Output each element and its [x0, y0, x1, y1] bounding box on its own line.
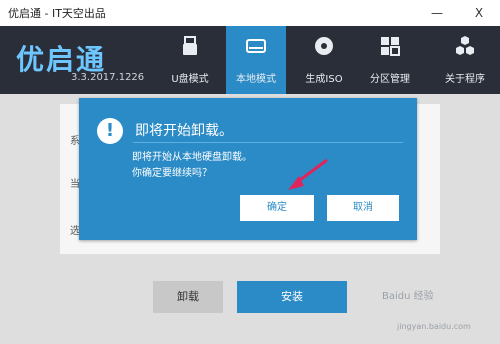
dialog-message: 你确定要继续吗？: [132, 168, 212, 179]
close-button[interactable]: X: [468, 2, 490, 24]
exclamation-icon: !: [97, 118, 123, 144]
window-title: 优启通 - IT天空出品: [8, 7, 106, 20]
tab-label: 生成ISO: [305, 74, 343, 85]
confirm-dialog: ! 即将开始卸载。 即将开始从本地硬盘卸载。 你确定要继续吗？ 确定 取消: [79, 98, 417, 240]
dialog-title: 即将开始卸载。: [135, 123, 233, 139]
hexagons-icon: [456, 36, 474, 55]
tab-label: 分区管理: [370, 74, 410, 85]
usb-drive-icon: [183, 36, 197, 55]
tab-about[interactable]: 关于程序: [430, 26, 500, 94]
dialog-message: 即将开始从本地硬盘卸载。: [132, 152, 252, 163]
watermark-logo: Baidu 经验: [382, 291, 434, 302]
tab-label: 本地模式: [236, 74, 276, 85]
tab-local-mode[interactable]: 本地模式: [226, 26, 286, 94]
cancel-button[interactable]: 取消: [327, 195, 399, 221]
version-label: 3.3.2017.1226: [71, 72, 145, 83]
tab-usb-mode[interactable]: U盘模式: [160, 26, 220, 94]
watermark-url: jingyan.baidu.com: [397, 322, 471, 331]
tab-generate-iso[interactable]: 生成ISO: [294, 26, 354, 94]
grid-icon: [381, 37, 400, 56]
dialog-divider: [133, 142, 403, 143]
disc-icon: [315, 37, 333, 55]
title-bar: 优启通 - IT天空出品 — X: [0, 0, 500, 27]
uninstall-button[interactable]: 卸载: [153, 281, 223, 313]
tab-label: 关于程序: [445, 74, 485, 85]
tab-label: U盘模式: [171, 74, 209, 85]
hard-disk-icon: [246, 39, 266, 53]
tab-partition-manager[interactable]: 分区管理: [360, 26, 420, 94]
minimize-button[interactable]: —: [426, 2, 448, 24]
confirm-button[interactable]: 确定: [240, 195, 314, 221]
install-button[interactable]: 安装: [237, 281, 347, 313]
